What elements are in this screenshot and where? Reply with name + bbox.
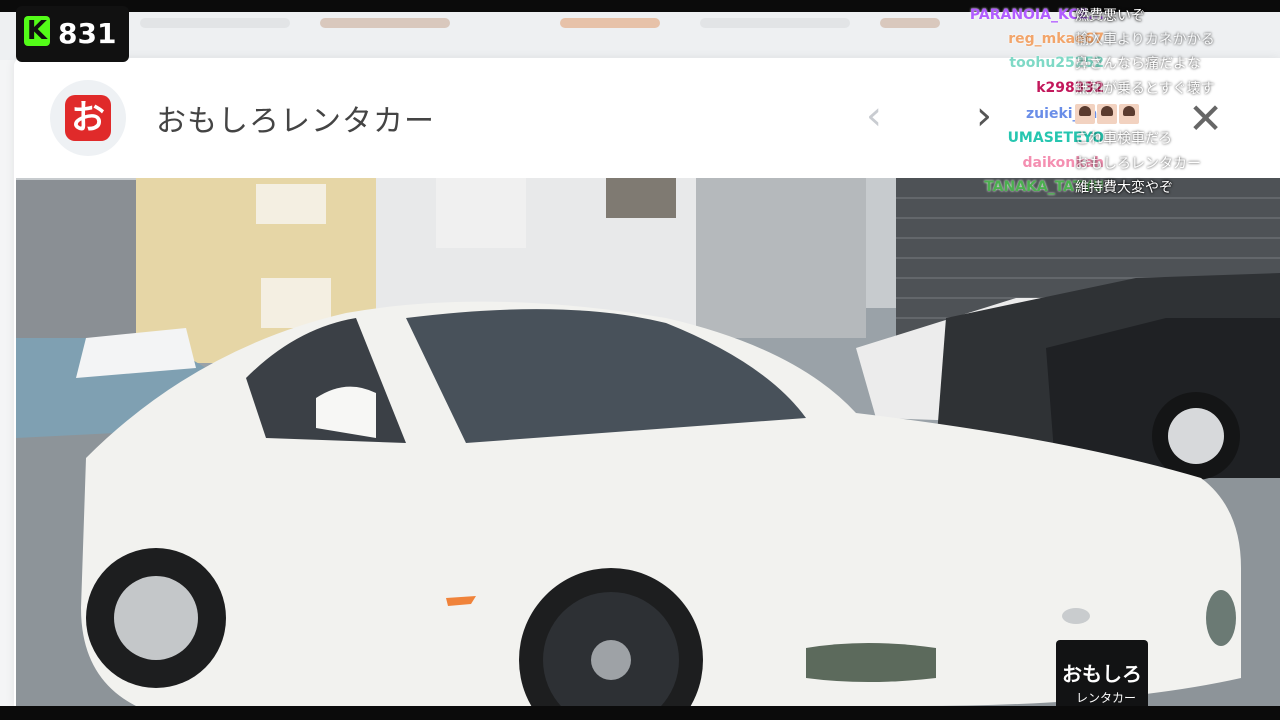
emote-list [1075, 104, 1139, 124]
app-title: おもしろレンタカー [156, 104, 435, 139]
chat-message: 維持費大変やぞ [1075, 180, 1173, 196]
emote-icon [1097, 104, 1117, 124]
plate-text-line2: レンタカー [1076, 691, 1136, 705]
car-photo-illustration: おもしろ レンタカー [16, 178, 1280, 706]
car-photo: おもしろ レンタカー [16, 178, 1280, 706]
emote-icon [1075, 104, 1095, 124]
chat-message: おもしろレンタカー [1075, 156, 1201, 172]
chat-message: 無知が乗るとすぐ壊す [1075, 81, 1215, 97]
chat-overlay: PARANOIA_KCE... 燃費悪いぞ reg_mkae67 輸入車よりカネ… [880, 4, 1280, 204]
chat-message: 燃費悪いぞ [1075, 8, 1145, 24]
chat-message: これ車検車だろ [1075, 131, 1173, 147]
chat-message-emotes [1075, 103, 1139, 125]
viewer-count: 831 [58, 17, 117, 50]
bottom-black-bar [0, 706, 1280, 720]
app-logo-glyph: お [65, 95, 111, 141]
stream-frame: お おもしろレンタカー ‹ › ✕ おもしろ レンタカー K 831 PARAN… [0, 0, 1280, 720]
app-logo: お [50, 80, 126, 156]
emote-icon [1119, 104, 1139, 124]
viewer-count-badge: K 831 [16, 6, 129, 62]
chat-message: 輸入車よりカネかかる [1075, 32, 1215, 48]
chat-message: 鼻さんなら痛だよな [1075, 56, 1201, 72]
plate-text-line1: おもしろ [1062, 662, 1142, 686]
kick-logo-icon: K [24, 16, 50, 46]
